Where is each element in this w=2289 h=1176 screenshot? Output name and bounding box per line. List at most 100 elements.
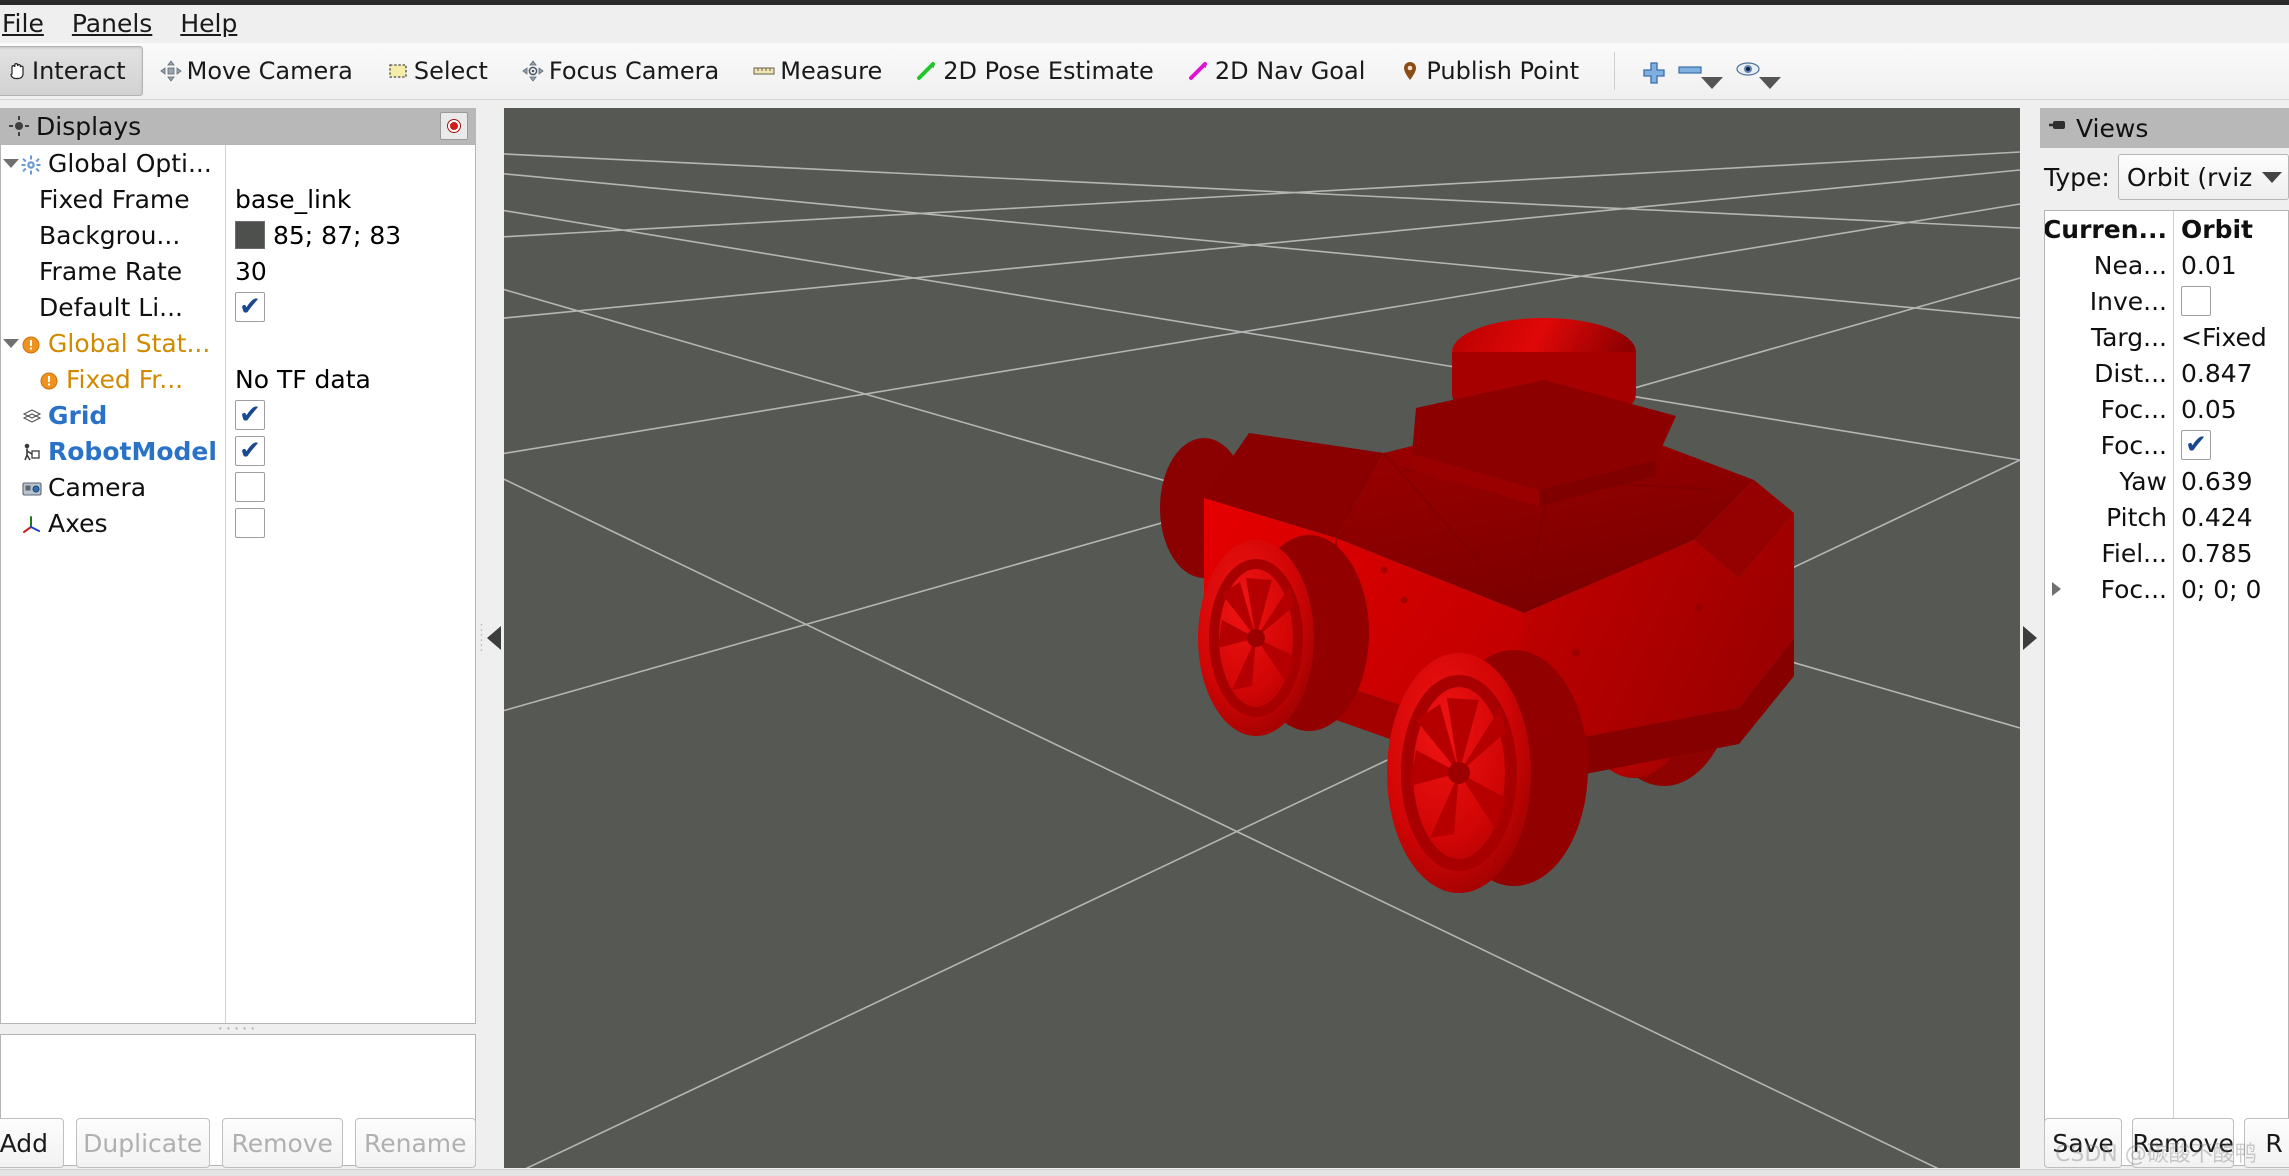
display-row-frame-rate[interactable]: Frame Rate 30 [1,253,475,289]
view-type-select[interactable]: Orbit (rviz [2117,154,2289,200]
view-row-yaw[interactable]: Yaw 0.639 [2045,463,2288,499]
menu-panels[interactable]: Panels [58,5,166,43]
toolbar-remove-tool-button[interactable] [1671,47,1729,95]
chevron-down-icon[interactable] [1759,77,1782,89]
tool-focus-camera[interactable]: Focus Camera [505,46,736,96]
grid-icon [21,404,43,426]
display-label: Grid [48,400,108,430]
display-label: Global Opti... [48,148,212,178]
warning-icon [21,332,43,354]
rename-button-label: Rename [364,1128,467,1158]
view-value[interactable]: 0.785 [2173,539,2288,568]
view-label: Targ... [2090,322,2167,352]
views-save-label: Save [2052,1128,2114,1158]
toolbar-visibility-button[interactable] [1729,47,1787,95]
views-tree[interactable]: Curren... Orbit Nea... 0.01 Inve... Targ… [2044,210,2289,1166]
display-label: Backgrou... [39,220,181,250]
hand-cursor-icon [5,60,27,82]
tool-move-camera[interactable]: Move Camera [143,46,370,96]
view-row-field-of-view[interactable]: Fiel... 0.785 [2045,535,2288,571]
display-row-default-light[interactable]: Default Li... [1,289,475,325]
display-row-robotmodel[interactable]: RobotModel [1,433,475,469]
remove-button[interactable]: Remove [221,1118,343,1168]
display-row-fixed-frame-status[interactable]: Fixed Fr... No TF data [1,361,475,397]
view-row-near-clip[interactable]: Nea... 0.01 [2045,247,2288,283]
checkbox[interactable] [235,400,265,430]
duplicate-button[interactable]: Duplicate [75,1118,210,1168]
view-value[interactable]: 0.847 [2173,359,2288,388]
twisty-icon[interactable] [1,158,21,168]
rename-button[interactable]: Rename [354,1118,477,1168]
view-row-focal-shape-fixed[interactable]: Foc... [2045,427,2288,463]
displays-button-row: Add Duplicate Remove Rename [0,1116,477,1170]
view-value[interactable]: 0.639 [2173,467,2288,496]
display-row-fixed-frame[interactable]: Fixed Frame base_link [1,181,475,217]
collapse-left-arrow-icon[interactable] [486,626,501,650]
view-value[interactable]: 0.05 [2173,395,2288,424]
view-row-focal-shape-size[interactable]: Foc... 0.05 [2045,391,2288,427]
tool-interact[interactable]: Interact [0,46,143,96]
twisty-icon[interactable] [1,338,21,348]
displays-icon [8,115,30,137]
render-view-3d[interactable] [504,108,2020,1168]
view-row-distance[interactable]: Dist... 0.847 [2045,355,2288,391]
views-save-button[interactable]: Save [2044,1118,2123,1168]
checkbox[interactable] [235,508,265,538]
tool-select[interactable]: Select [370,46,505,96]
display-value[interactable]: 30 [225,257,475,286]
view-row-target-frame[interactable]: Targ... <Fixed [2045,319,2288,355]
display-value[interactable]: base_link [225,185,475,214]
checkbox[interactable] [235,292,265,322]
display-label: Default Li... [39,292,184,322]
display-label: RobotModel [48,436,217,466]
display-row-grid[interactable]: Grid [1,397,475,433]
view-value[interactable]: 0.424 [2173,503,2288,532]
display-row-camera[interactable]: Camera [1,469,475,505]
view-value[interactable]: 0; 0; 0 [2173,575,2288,604]
tool-measure[interactable]: Measure [736,46,899,96]
checkbox[interactable] [2181,286,2211,316]
menu-panels-label: Panels [71,9,153,38]
green-arrow-icon [916,60,938,82]
views-remove-button[interactable]: Remove [2132,1118,2234,1168]
view-label: Nea... [2093,250,2167,280]
magenta-arrow-icon [1188,60,1210,82]
view-row-current-view[interactable]: Curren... Orbit [2045,211,2288,247]
close-icon[interactable] [440,112,468,140]
chevron-down-icon[interactable] [1701,77,1724,89]
add-button-label: Add [0,1128,48,1158]
displays-tree[interactable]: Global Opti... Fixed Frame base_link Bac… [0,144,476,1024]
color-swatch[interactable] [235,221,265,249]
tool-2d-pose-estimate[interactable]: 2D Pose Estimate [899,46,1171,96]
twisty-icon[interactable] [2045,582,2067,596]
views-rename-button[interactable]: R [2244,1118,2289,1168]
view-row-pitch[interactable]: Pitch 0.424 [2045,499,2288,535]
checkbox[interactable] [235,472,265,502]
display-row-axes[interactable]: Axes [1,505,475,541]
menu-file[interactable]: File [0,5,58,43]
display-row-global-options[interactable]: Global Opti... [1,145,475,181]
menu-help[interactable]: Help [166,5,251,43]
checkbox[interactable] [2181,430,2211,460]
view-type-value: Orbit (rviz [2126,162,2253,192]
tool-2d-nav-goal[interactable]: 2D Nav Goal [1171,46,1383,96]
checkbox[interactable] [235,436,265,466]
view-label: Foc... [2100,394,2167,424]
view-value[interactable]: 0.01 [2173,251,2288,280]
view-value[interactable]: <Fixed [2173,323,2288,352]
display-row-global-status[interactable]: Global Stat... [1,325,475,361]
move-camera-icon [159,60,182,82]
display-label: Camera [48,472,147,502]
collapse-right-arrow-icon[interactable] [2023,626,2038,650]
display-row-background-color[interactable]: Backgrou... 85; 87; 83 [1,217,475,253]
toolbar-add-tool-button[interactable] [1633,47,1671,95]
view-label: Foc... [2100,430,2167,460]
view-row-focal-point[interactable]: Foc... 0; 0; 0 [2045,571,2288,607]
tool-measure-label: Measure [780,57,883,85]
tool-publish-point[interactable]: Publish Point [1382,46,1596,96]
toolbar-separator [1614,52,1616,90]
displays-pane-splitter[interactable]: ····· [0,1021,476,1037]
view-row-invert-z[interactable]: Inve... [2045,283,2288,319]
add-button[interactable]: Add [0,1118,64,1168]
left-splitter[interactable]: ::: [476,108,504,1168]
